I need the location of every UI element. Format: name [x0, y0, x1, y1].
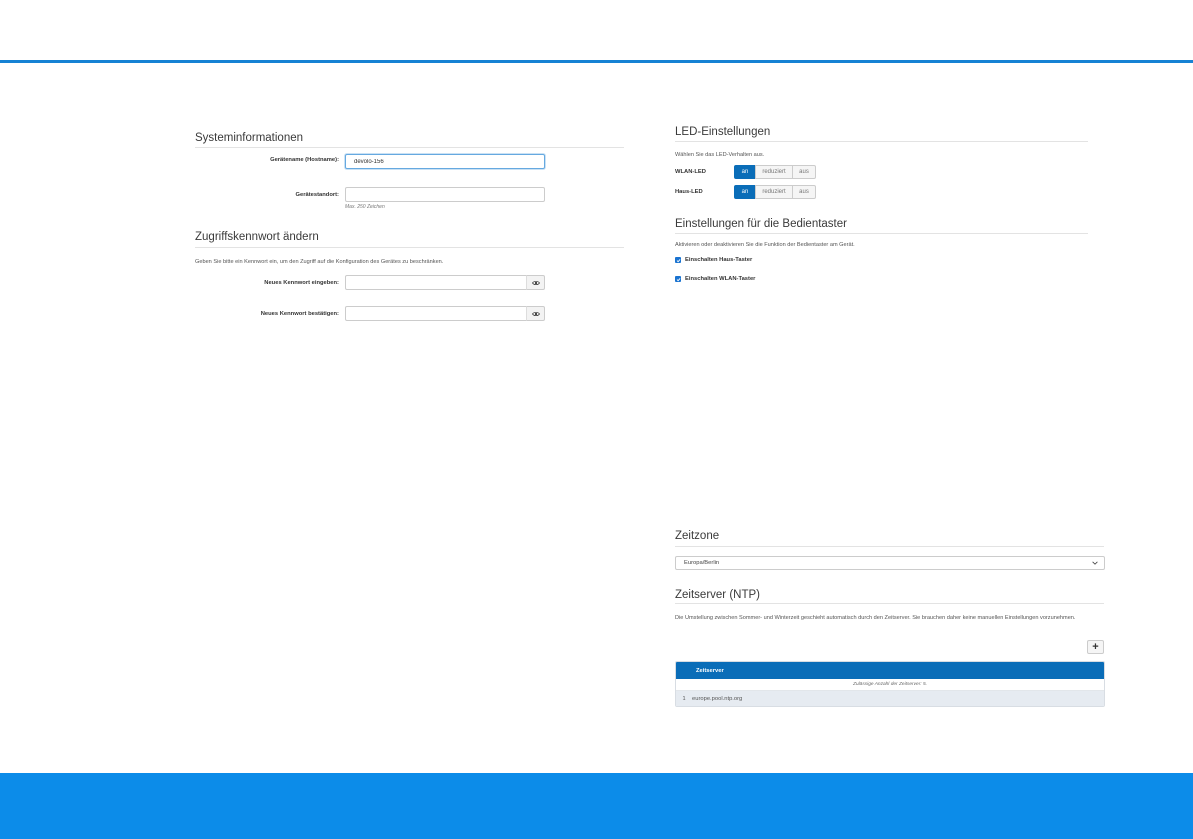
table-note-row: Zulässige Anzahl der Zeitserver: 5.	[676, 679, 1104, 691]
location-label: Gerätestandort:	[295, 192, 340, 198]
table-header: Zeitserver	[676, 662, 1104, 679]
hostname-label: Gerätename (Hostname):	[270, 157, 339, 163]
ntp-title: Zeitserver (NTP)	[675, 589, 760, 601]
table-row[interactable]: 1 europe.pool.ntp.org	[676, 691, 1104, 706]
wlan-taster-checkbox[interactable]	[675, 276, 681, 282]
wlan-led-option-an[interactable]: an	[734, 165, 756, 179]
wlan-led-option-aus[interactable]: aus	[792, 165, 816, 179]
section-divider	[675, 546, 1104, 547]
confirm-password-label: Neues Kennwort bestätigen:	[260, 311, 339, 317]
checkmark-icon	[676, 258, 680, 262]
haus-led-toggle-group: an reduziert aus	[734, 185, 816, 199]
haus-taster-label: Einschalten Haus-Taster	[685, 257, 753, 263]
eye-icon	[531, 311, 540, 316]
haus-led-option-reduziert[interactable]: reduziert	[755, 185, 793, 199]
ntp-server-value: europe.pool.ntp.org	[692, 695, 743, 702]
timezone-select[interactable]: Europa/Berlin	[675, 556, 1105, 570]
chevron-down-icon	[1092, 561, 1098, 565]
header-accent-rule	[0, 60, 1193, 63]
wlan-taster-checkbox-row[interactable]: Einschalten WLAN-Taster	[675, 276, 755, 282]
haus-taster-checkbox-row[interactable]: Einschalten Haus-Taster	[675, 257, 752, 263]
led-settings-title: LED-Einstellungen	[675, 126, 771, 138]
hostname-input[interactable]	[345, 154, 545, 169]
location-help-text: Max. 250 Zeichen	[345, 204, 385, 210]
haus-led-label: Haus-LED	[675, 189, 703, 195]
wlan-led-option-reduziert[interactable]: reduziert	[755, 165, 793, 179]
timezone-title: Zeitzone	[675, 530, 720, 542]
section-divider	[675, 141, 1088, 142]
button-settings-title: Einstellungen für die Bedientaster	[675, 218, 847, 230]
haus-taster-checkbox[interactable]	[675, 257, 681, 263]
confirm-password-input[interactable]	[345, 306, 527, 321]
new-password-input[interactable]	[345, 275, 527, 290]
led-description: Wählen Sie das LED-Verhalten aus.	[675, 152, 765, 158]
checkmark-icon	[676, 277, 680, 281]
section-divider	[195, 147, 624, 148]
password-title: Zugriffskennwort ändern	[195, 231, 319, 243]
wlan-taster-label: Einschalten WLAN-Taster	[685, 276, 756, 282]
eye-icon	[531, 280, 540, 285]
section-divider	[195, 247, 624, 248]
row-index: 1	[682, 695, 686, 702]
password-description: Geben Sie bitte ein Kennwort ein, um den…	[195, 259, 444, 265]
wlan-led-toggle-group: an reduziert aus	[734, 165, 816, 179]
timezone-selected-value: Europa/Berlin	[684, 560, 720, 566]
haus-led-option-an[interactable]: an	[734, 185, 756, 199]
footer-bar	[0, 773, 1193, 839]
wlan-led-label: WLAN-LED	[675, 169, 706, 175]
section-divider	[675, 603, 1104, 604]
ntp-description: Die Umstellung zwischen Sommer- und Wint…	[675, 615, 1076, 621]
max-servers-note: Zulässige Anzahl der Zeitserver: 5.	[853, 682, 927, 687]
show-confirm-password-button[interactable]	[526, 306, 545, 321]
button-settings-description: Aktivieren oder deaktivieren Sie die Fun…	[675, 242, 855, 248]
haus-led-option-aus[interactable]: aus	[792, 185, 816, 199]
ntp-server-table: Zeitserver Zulässige Anzahl der Zeitserv…	[675, 661, 1105, 707]
location-input[interactable]	[345, 187, 545, 202]
show-new-password-button[interactable]	[526, 275, 545, 290]
add-ntp-server-button[interactable]: +	[1087, 640, 1104, 654]
section-divider	[675, 233, 1088, 234]
new-password-label: Neues Kennwort eingeben:	[264, 280, 339, 286]
system-info-title: Systeminformationen	[195, 132, 304, 144]
column-header-zeitserver: Zeitserver	[696, 667, 724, 674]
